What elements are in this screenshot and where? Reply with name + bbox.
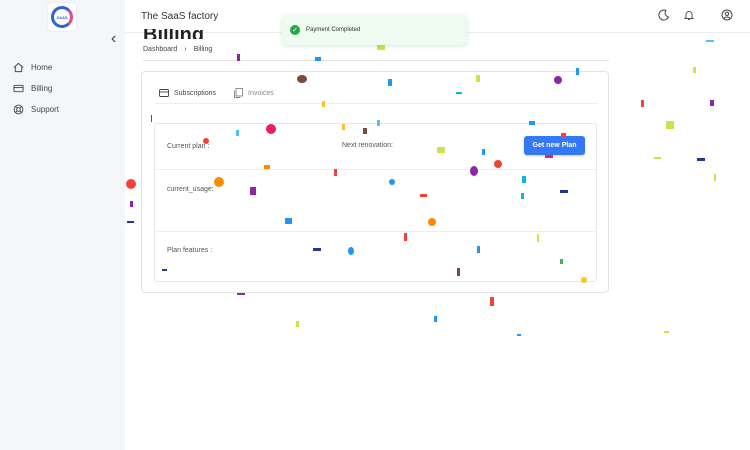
confetti-piece xyxy=(666,121,674,129)
text-cursor xyxy=(151,115,152,122)
sidebar: SAAS ‹ Home Billing Support xyxy=(0,0,125,450)
chevron-right-icon: › xyxy=(184,46,187,53)
toast-message: Payment Completed xyxy=(306,27,361,33)
bell-icon[interactable] xyxy=(683,9,695,21)
subscription-panel: Current plan : Next renovation: Get new … xyxy=(154,123,597,282)
app-title: The SaaS factory xyxy=(141,11,219,22)
breadcrumb: Dashboard › Billing xyxy=(143,46,212,53)
breadcrumb-billing: Billing xyxy=(193,46,213,53)
page-title: Billing xyxy=(143,29,223,39)
confetti-piece xyxy=(697,158,705,161)
confetti-piece xyxy=(127,221,134,223)
get-new-plan-button[interactable]: Get new Plan xyxy=(524,136,585,155)
row-divider xyxy=(155,231,596,232)
confetti-piece xyxy=(641,100,644,107)
breadcrumb-dashboard[interactable]: Dashboard xyxy=(143,46,177,53)
tabs-divider xyxy=(154,103,598,104)
confetti-piece xyxy=(654,157,661,159)
credit-card-icon xyxy=(13,84,24,93)
divider xyxy=(143,60,609,61)
confetti-piece xyxy=(434,316,437,322)
app-logo[interactable]: SAAS xyxy=(48,3,76,31)
check-circle-icon: ✓ xyxy=(290,25,300,35)
billing-card: Subscriptions Invoices Current plan : Ne… xyxy=(141,71,609,293)
current-usage-label: current_usage: xyxy=(167,186,214,193)
payment-toast: ✓ Payment Completed xyxy=(282,15,467,45)
confetti-piece xyxy=(126,179,136,189)
chevron-left-icon[interactable]: ‹ xyxy=(111,31,116,47)
confetti-piece xyxy=(130,201,133,207)
tab-subscriptions[interactable]: Subscriptions xyxy=(159,88,216,98)
plan-features-label: Plan features : xyxy=(167,247,213,254)
confetti-piece xyxy=(490,297,494,306)
billing-tabs: Subscriptions Invoices xyxy=(159,88,274,98)
credit-card-icon xyxy=(159,89,169,97)
confetti-piece xyxy=(237,293,245,295)
documents-icon xyxy=(234,88,243,98)
home-icon xyxy=(13,62,24,73)
sidebar-item-label: Billing xyxy=(31,84,53,93)
sidebar-item-support[interactable]: Support xyxy=(13,104,59,115)
moon-icon[interactable] xyxy=(658,9,670,21)
sidebar-item-label: Home xyxy=(31,63,53,72)
logo-icon: SAAS xyxy=(51,6,73,28)
confetti-piece xyxy=(664,331,669,333)
tab-label: Invoices xyxy=(248,89,274,97)
confetti-piece xyxy=(710,100,714,106)
sidebar-item-home[interactable]: Home xyxy=(13,62,52,73)
confetti-piece xyxy=(706,40,714,42)
tab-invoices[interactable]: Invoices xyxy=(234,88,274,98)
next-renovation-label: Next renovation: xyxy=(342,142,393,149)
tab-label: Subscriptions xyxy=(174,89,217,97)
sidebar-item-billing[interactable]: Billing xyxy=(13,83,52,94)
confetti-piece xyxy=(714,174,716,181)
row-divider xyxy=(155,169,596,170)
confetti-piece xyxy=(517,334,521,336)
sidebar-item-label: Support xyxy=(31,105,60,114)
confetti-piece xyxy=(693,67,696,73)
current-plan-label: Current plan : xyxy=(167,143,210,150)
lifebuoy-icon xyxy=(13,104,24,115)
user-circle-icon[interactable] xyxy=(721,9,733,21)
confetti-piece xyxy=(296,321,299,327)
